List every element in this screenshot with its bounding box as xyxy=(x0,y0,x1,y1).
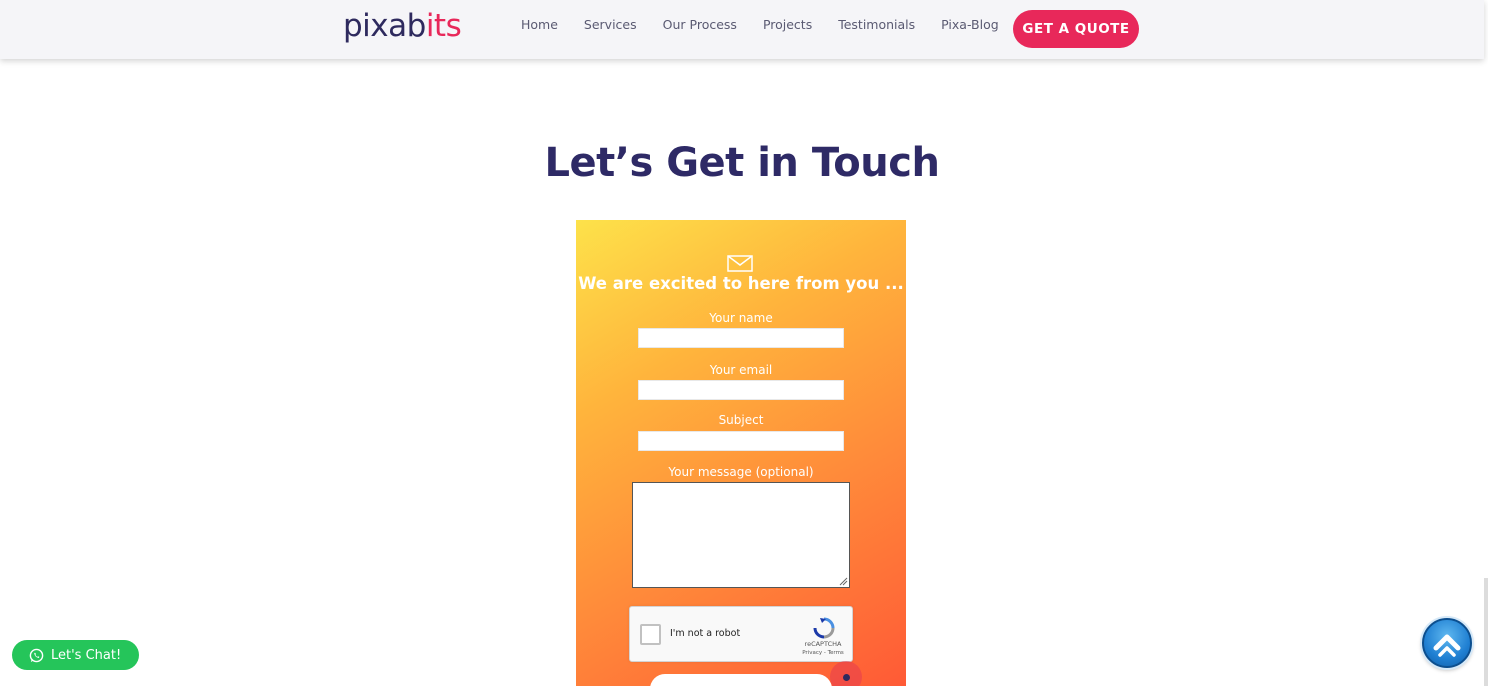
nav-services[interactable]: Services xyxy=(571,16,650,34)
nav-testimonials[interactable]: Testimonials xyxy=(825,16,928,34)
chat-label: Let's Chat! xyxy=(51,647,122,663)
subject-label: Subject xyxy=(718,413,764,427)
form-heading: We are excited to here from you ... xyxy=(578,274,904,293)
name-field[interactable] xyxy=(638,328,844,348)
main-nav: Home Services Our Process Projects Testi… xyxy=(508,16,1012,34)
message-label: Your message (optional) xyxy=(668,465,814,479)
message-textarea[interactable] xyxy=(632,482,850,588)
get-a-quote-button[interactable]: GET A QUOTE xyxy=(1013,10,1139,48)
nav-home[interactable]: Home xyxy=(508,16,571,34)
email-label: Your email xyxy=(709,363,773,377)
nav-our-process[interactable]: Our Process xyxy=(650,16,750,34)
logo-text-accent: its xyxy=(425,8,462,44)
recaptcha-checkbox[interactable] xyxy=(640,624,661,645)
email-field[interactable] xyxy=(638,380,844,400)
site-header: pixabits Home Services Our Process Proje… xyxy=(0,0,1484,59)
whatsapp-icon xyxy=(29,648,44,662)
resize-grip-icon[interactable] xyxy=(839,577,848,586)
recaptcha-logo-icon xyxy=(813,617,835,639)
nav-pixa-blog[interactable]: Pixa-Blog xyxy=(928,16,1012,34)
recaptcha-links[interactable]: Privacy - Terms xyxy=(796,650,850,656)
recaptcha-label: I'm not a robot xyxy=(670,628,741,639)
scrollbar-track[interactable] xyxy=(1484,578,1488,686)
lets-chat-button[interactable]: Let's Chat! xyxy=(12,640,139,670)
loading-indicator xyxy=(830,661,862,686)
chevron-up-icon xyxy=(1433,634,1461,657)
logo[interactable]: pixabits xyxy=(343,6,462,46)
subject-field[interactable] xyxy=(638,431,844,451)
logo-text-primary: pixab xyxy=(343,8,426,44)
scroll-to-top-button[interactable] xyxy=(1422,618,1472,668)
recaptcha-brand: reCAPTCHA xyxy=(804,640,842,648)
contact-form-card: We are excited to here from you ... Your… xyxy=(576,220,906,686)
envelope-icon xyxy=(727,255,753,272)
nav-projects[interactable]: Projects xyxy=(750,16,825,34)
recaptcha-widget: I'm not a robot reCAPTCHA Privacy - Term… xyxy=(629,606,853,662)
name-label: Your name xyxy=(709,311,773,325)
page-title: Let’s Get in Touch xyxy=(544,140,940,186)
submit-button[interactable] xyxy=(650,674,832,686)
